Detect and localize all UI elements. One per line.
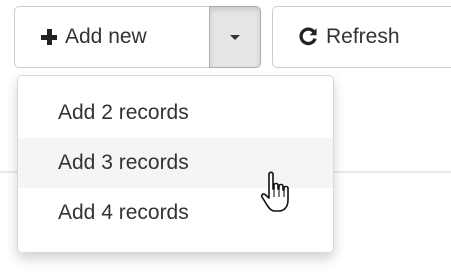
add-records-dropdown: Add 2 records Add 3 records Add 4 record… xyxy=(17,75,334,253)
refresh-button[interactable]: Refresh xyxy=(272,6,451,68)
add-new-button[interactable]: Add new xyxy=(14,6,210,68)
refresh-icon xyxy=(299,27,317,46)
add-new-label: Add new xyxy=(65,25,147,48)
refresh-label: Refresh xyxy=(326,25,400,48)
add-options-toggle[interactable] xyxy=(209,6,261,68)
caret-down-icon xyxy=(230,34,240,40)
menu-item-add-2-records[interactable]: Add 2 records xyxy=(18,88,333,138)
plus-icon xyxy=(41,29,57,45)
hand-pointer-cursor-icon xyxy=(260,171,289,212)
toolbar-area: Add new Refresh Add 2 records Add 3 reco… xyxy=(0,0,451,273)
